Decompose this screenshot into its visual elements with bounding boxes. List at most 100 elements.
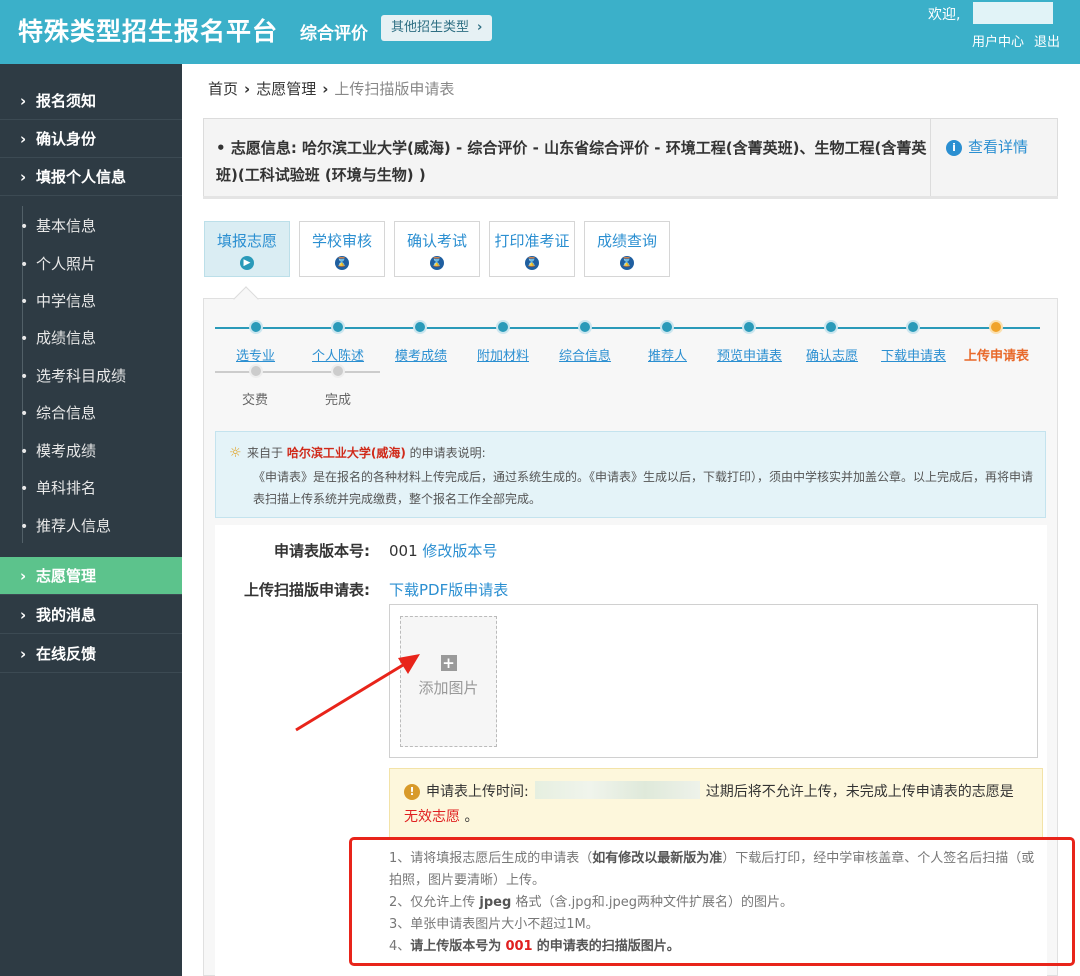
- logout-link[interactable]: 退出: [1034, 35, 1060, 50]
- sidebar-subitem-general-info[interactable]: 综合信息: [0, 395, 182, 432]
- user-center-link[interactable]: 用户中心: [972, 35, 1024, 50]
- chevron-right-icon: ›: [20, 645, 27, 663]
- sidebar-subitem-scores[interactable]: 成绩信息: [0, 320, 182, 357]
- application-info-box: • 志愿信息: 哈尔滨工业大学(威海) - 综合评价 - 山东省综合评价 - 环…: [203, 118, 1058, 198]
- bullet-icon: [20, 508, 36, 546]
- step-complete: 完成: [325, 393, 352, 408]
- application-info-value: 志愿信息: 哈尔滨工业大学(威海) - 综合评价 - 山东省综合评价 - 环境工…: [216, 139, 927, 184]
- bullet-icon: [20, 283, 36, 321]
- highlight-box: [349, 837, 1075, 966]
- step-payment: 交费: [242, 393, 269, 408]
- warning-icon: !: [404, 784, 420, 800]
- sidebar-subitem-basic-info[interactable]: 基本信息: [0, 208, 182, 245]
- chevron-right-icon: ›: [477, 20, 483, 35]
- download-pdf-link[interactable]: 下载PDF版申请表: [389, 579, 508, 600]
- play-icon: ▶: [240, 256, 254, 270]
- warning-prefix: 申请表上传时间:: [426, 784, 529, 800]
- step-dot: [906, 320, 920, 334]
- breadcrumb-home[interactable]: 首页: [208, 80, 238, 98]
- step-general-info[interactable]: 综合信息: [559, 345, 611, 364]
- other-types-label: 其他招生类型: [391, 20, 470, 35]
- chevron-right-icon: ›: [20, 130, 27, 148]
- chevron-right-icon: ›: [322, 80, 329, 98]
- step-dot-pending: [331, 364, 345, 378]
- sidebar-item-feedback[interactable]: › 在线反馈: [0, 635, 182, 673]
- other-types-button[interactable]: 其他招生类型 ›: [381, 15, 493, 41]
- sidebar-subitem-label: 选考科目成绩: [36, 367, 127, 385]
- step-upload-current: 上传申请表: [964, 349, 1030, 364]
- hourglass-icon: ⌛: [620, 256, 634, 270]
- chevron-right-icon: ›: [20, 92, 27, 110]
- edit-version-link[interactable]: 修改版本号: [422, 542, 497, 560]
- notice-header: ☼ 来自于 哈尔滨工业大学(威海) 的申请表说明:: [229, 442, 486, 464]
- sidebar-subitem-label: 单科排名: [36, 479, 97, 497]
- notice-suffix: 的申请表说明:: [409, 446, 486, 460]
- sidebar-subitem-referee[interactable]: 推荐人信息: [0, 508, 182, 545]
- sidebar-item-messages[interactable]: › 我的消息: [0, 596, 182, 634]
- warning-line: ! 申请表上传时间: 过期后将不允许上传，未完成上传申请表的志愿是: [404, 780, 1014, 804]
- step-referee[interactable]: 推荐人: [648, 345, 687, 364]
- view-details-label: 查看详情: [968, 138, 1029, 156]
- hourglass-icon: ⌛: [430, 256, 444, 270]
- annotation-arrow: [295, 654, 420, 732]
- bullet-icon: [20, 246, 36, 284]
- tab-confirm-exam[interactable]: 确认考试 ⌛: [394, 221, 480, 277]
- user-links: 用户中心 退出: [962, 31, 1060, 50]
- sidebar-item-application-management[interactable]: › 志愿管理: [0, 557, 182, 595]
- info-shadow: [203, 196, 1058, 199]
- chevron-right-icon: ›: [244, 80, 251, 98]
- username-redacted: [973, 2, 1053, 24]
- tab-school-review[interactable]: 学校审核 ⌛: [299, 221, 385, 277]
- sidebar-subitem-photo[interactable]: 个人照片: [0, 246, 182, 283]
- warning-middle: 过期后将不允许上传，未完成上传申请表的志愿是: [705, 784, 1014, 800]
- warning-line-2: 无效志愿 。: [404, 805, 478, 829]
- step-dot: [742, 320, 756, 334]
- application-info-text: • 志愿信息: 哈尔滨工业大学(威海) - 综合评价 - 山东省综合评价 - 环…: [216, 139, 927, 184]
- step-dot: [660, 320, 674, 334]
- sidebar-item-label: 确认身份: [36, 130, 97, 148]
- chevron-right-icon: ›: [20, 567, 27, 585]
- notice-body: 《申请表》是在报名的各种材料上传完成后，通过系统生成的。《申请表》生成以后，下载…: [253, 470, 1034, 506]
- version-label: 申请表版本号:: [274, 542, 370, 560]
- lightbulb-icon: ☼: [229, 445, 242, 461]
- sidebar-subitem-school-info[interactable]: 中学信息: [0, 283, 182, 320]
- application-notice: ☼ 来自于 哈尔滨工业大学(威海) 的申请表说明: 《申请表》是在报名的各种材料上…: [215, 431, 1046, 518]
- step-download[interactable]: 下载申请表: [881, 345, 946, 364]
- tab-label: 打印准考证: [494, 232, 570, 250]
- step-confirm[interactable]: 确认志愿: [806, 345, 858, 364]
- sidebar-item-personal-info[interactable]: › 填报个人信息: [0, 158, 182, 196]
- progress-steps: 选专业 个人陈述 模考成绩 附加材料 综合信息 推荐人 预览申请表 确认志愿 下…: [215, 318, 1040, 364]
- info-icon: i: [946, 140, 962, 156]
- notice-school: 哈尔滨工业大学(威海): [286, 446, 406, 460]
- step-dot: [578, 320, 592, 334]
- version-value: 001: [389, 542, 418, 560]
- tab-score-query[interactable]: 成绩查询 ⌛: [584, 221, 670, 277]
- step-extra-materials[interactable]: 附加材料: [477, 345, 529, 364]
- sidebar-subitem-elective-scores[interactable]: 选考科目成绩: [0, 358, 182, 395]
- upload-deadline-warning: ! 申请表上传时间: 过期后将不允许上传，未完成上传申请表的志愿是 无效志愿 。: [389, 768, 1043, 838]
- breadcrumb-section[interactable]: 志愿管理: [256, 80, 316, 98]
- sidebar-item-confirm-identity[interactable]: › 确认身份: [0, 120, 182, 158]
- chevron-right-icon: ›: [20, 606, 27, 624]
- step-dot: [413, 320, 427, 334]
- sidebar-item-label: 在线反馈: [36, 645, 97, 663]
- tab-print-admission[interactable]: 打印准考证 ⌛: [489, 221, 575, 277]
- sidebar-subitem-subject-rank[interactable]: 单科排名: [0, 470, 182, 507]
- sidebar-item-registration-notice[interactable]: › 报名须知: [0, 82, 182, 120]
- breadcrumb-current: 上传扫描版申请表: [334, 80, 455, 98]
- step-dot: [331, 320, 345, 334]
- step-dot-pending: [249, 364, 263, 378]
- brand-title[interactable]: 特殊类型招生报名平台: [18, 12, 278, 48]
- step-dot: [496, 320, 510, 334]
- pending-steps: 交费 完成: [215, 362, 415, 408]
- step-dot-current: [989, 320, 1003, 334]
- tab-label: 填报志愿: [216, 232, 277, 250]
- tab-fill-application[interactable]: 填报志愿 ▶: [204, 221, 290, 277]
- bullet-icon: [20, 433, 36, 471]
- sidebar-item-label: 我的消息: [36, 606, 97, 624]
- view-details-link[interactable]: i 查看详情: [946, 136, 1028, 157]
- sidebar-subitem-mock-scores[interactable]: 模考成绩: [0, 433, 182, 470]
- bullet-icon: [20, 208, 36, 246]
- step-preview[interactable]: 预览申请表: [717, 345, 782, 364]
- sidebar-subitem-label: 成绩信息: [36, 329, 97, 347]
